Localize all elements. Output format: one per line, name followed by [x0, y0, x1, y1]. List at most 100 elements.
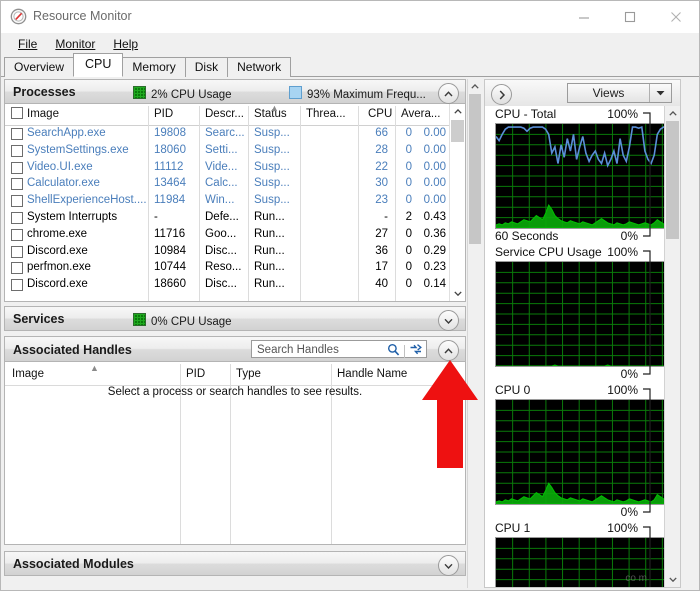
services-expand-chevron-down-icon[interactable] [438, 310, 459, 331]
handles-empty-message: Select a process or search handles to se… [107, 386, 363, 398]
views-chevron-down-icon[interactable] [649, 84, 671, 102]
menu-monitor[interactable]: Monitor [46, 35, 104, 53]
scroll-down-arrow-icon[interactable] [450, 286, 465, 301]
scroll-down-arrow-icon[interactable] [665, 572, 680, 587]
row-checkbox[interactable] [11, 245, 23, 258]
col-average-cpu[interactable]: Avera... [401, 108, 440, 120]
scroll-up-arrow-icon[interactable] [450, 104, 465, 119]
row-checkbox[interactable] [11, 279, 23, 292]
processes-collapse-chevron-up-icon[interactable] [438, 83, 459, 104]
graph-title: CPU - Total [495, 107, 557, 121]
row-checkbox[interactable] [11, 195, 23, 208]
cell-image: SearchApp.exe [27, 127, 106, 139]
handles-table-header: Image ▲ PID Type Handle Name [5, 362, 465, 386]
menu-file[interactable]: File [9, 35, 46, 53]
row-checkbox[interactable] [11, 228, 23, 241]
main-content: Processes 2% CPU Usage 93% Maximum Frequ… [1, 77, 699, 590]
scroll-up-arrow-icon[interactable] [665, 106, 680, 121]
services-header[interactable]: Services 0% CPU Usage [4, 306, 466, 331]
processes-scrollbar[interactable] [449, 104, 465, 301]
col-description[interactable]: Descr... [205, 108, 244, 120]
cell-threads: 17 [375, 261, 388, 274]
handles-col-handle-name[interactable]: Handle Name [337, 368, 407, 380]
tab-disk[interactable]: Disk [184, 57, 229, 77]
graph-min-label: 0% [620, 229, 638, 243]
cell-status: Susp... [254, 160, 290, 173]
cell-threads: 36 [375, 244, 388, 257]
cell-status: Susp... [254, 194, 290, 207]
graphs-pane: Views CPU - Total 100% 60 Seconds 0% Service… [484, 79, 681, 588]
cell-desc: Searc... [205, 127, 245, 139]
tab-cpu-label: CPU [85, 57, 112, 71]
tab-disk-label: Disk [194, 60, 219, 74]
maximize-button[interactable] [607, 1, 653, 33]
cell-threads: 66 [375, 127, 388, 139]
table-row[interactable]: perfmon.exe 10744 Reso... Run... 17 0 0.23 [5, 259, 465, 276]
cell-image: ShellExperienceHost.... [27, 194, 147, 207]
modules-expand-chevron-down-icon[interactable] [438, 555, 459, 576]
row-checkbox[interactable] [11, 128, 23, 140]
table-row[interactable]: Video.UI.exe 11112 Vide... Susp... 22 0 0.00 [5, 159, 465, 176]
table-row[interactable]: chrome.exe 11716 Goo... Run... 27 0 0.36 [5, 226, 465, 243]
row-checkbox[interactable] [11, 161, 23, 174]
table-row[interactable]: Discord.exe 10984 Disc... Run... 36 0 0.29 [5, 243, 465, 260]
views-button[interactable]: Views [567, 83, 672, 103]
handles-collapse-chevron-up-icon[interactable] [438, 340, 459, 361]
scrollbar-thumb[interactable] [469, 94, 481, 244]
handles-title: Associated Handles [13, 343, 132, 357]
col-cpu[interactable]: CPU [368, 108, 392, 120]
tab-memory[interactable]: Memory [122, 57, 186, 77]
menu-help[interactable]: Help [104, 35, 147, 53]
cell-avg: 0.00 [423, 194, 446, 207]
col-pid[interactable]: PID [154, 108, 173, 120]
refresh-arrows-icon[interactable] [409, 343, 423, 359]
row-checkbox[interactable] [11, 178, 23, 191]
handles-col-image[interactable]: Image [12, 368, 44, 380]
cell-desc: Disc... [205, 244, 237, 257]
scrollbar-thumb[interactable] [451, 120, 464, 142]
search-handles-input[interactable]: Search Handles [251, 340, 427, 358]
table-row[interactable]: Calculator.exe 13464 Calc... Susp... 30 0 0.00 [5, 175, 465, 192]
minimize-button[interactable] [561, 1, 607, 33]
table-row[interactable]: SystemSettings.exe 18060 Setti... Susp... 28… [5, 142, 465, 159]
cell-desc: Vide... [205, 160, 238, 173]
handles-header[interactable]: Associated Handles Search Handles [4, 336, 466, 362]
processes-header[interactable]: Processes 2% CPU Usage 93% Maximum Frequ… [4, 79, 466, 104]
processes-max-frequency-text: 93% Maximum Frequ... [307, 89, 426, 101]
row-checkbox[interactable] [11, 211, 23, 224]
chevron-right-circle-icon[interactable] [491, 84, 512, 105]
table-row[interactable]: SearchApp.exe 19808 Searc... Susp... 66 0 0.00 [5, 125, 465, 142]
handles-col-type[interactable]: Type [236, 368, 261, 380]
cell-desc: Defe... [205, 210, 239, 223]
cell-pid: 11716 [154, 227, 186, 240]
cell-cpu: 2 [405, 210, 412, 223]
graphs-scrollbar[interactable] [664, 106, 680, 587]
row-checkbox[interactable] [11, 262, 23, 275]
magnifier-icon[interactable] [387, 343, 400, 359]
col-threads[interactable]: Threa... [306, 108, 346, 120]
tab-overview[interactable]: Overview [4, 57, 75, 77]
select-all-checkbox[interactable] [11, 107, 23, 119]
cell-status: Run... [254, 210, 285, 223]
cell-status: Susp... [254, 177, 290, 190]
cell-image: Calculator.exe [27, 177, 100, 190]
left-pane-scrollbar[interactable] [467, 79, 482, 588]
row-checkbox[interactable] [11, 144, 23, 157]
table-row[interactable]: System Interrupts - Defe... Run... - 2 0.43 [5, 209, 465, 226]
close-button[interactable] [653, 1, 699, 33]
graphs-scroll-area: CPU - Total 100% 60 Seconds 0% Service CPU U… [485, 106, 664, 587]
graph-xlabel: 60 Seconds [495, 229, 559, 243]
tab-cpu[interactable]: CPU [73, 53, 124, 77]
modules-header[interactable]: Associated Modules [4, 551, 466, 576]
handles-col-pid[interactable]: PID [186, 368, 205, 380]
col-image[interactable]: Image [27, 108, 59, 120]
graph-service-cpu-usage: Service CPU Usage 100% 0% [485, 244, 664, 382]
table-row[interactable]: Discord.exe 18660 Disc... Run... 40 0 0.14 [5, 276, 465, 293]
graph-axis-bracket [643, 250, 651, 375]
table-row[interactable]: ShellExperienceHost.... 11984 Win... Susp..… [5, 192, 465, 209]
scroll-up-arrow-icon[interactable] [468, 79, 482, 94]
graph-plot-area [495, 261, 664, 367]
cell-desc: Reso... [205, 261, 242, 274]
tab-network[interactable]: Network [227, 57, 292, 77]
scrollbar-thumb[interactable] [666, 121, 679, 239]
